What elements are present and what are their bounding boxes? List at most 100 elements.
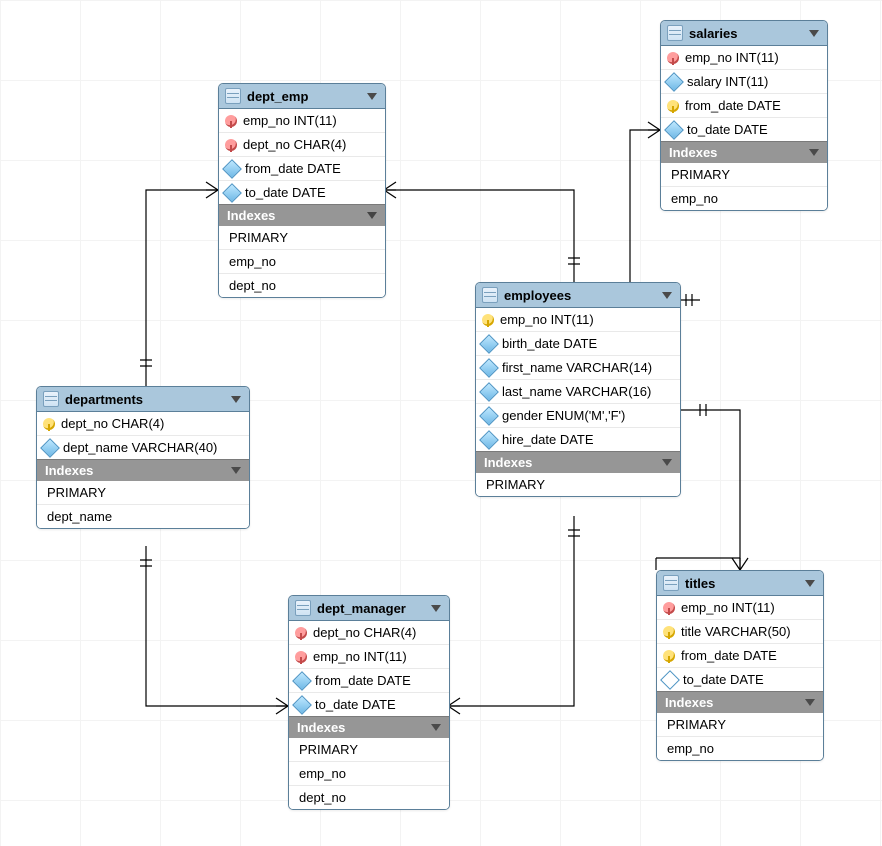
column-icon — [664, 120, 684, 140]
indexes-header[interactable]: Indexes — [476, 451, 680, 473]
column-row: to_date DATE — [661, 118, 827, 141]
chevron-down-icon — [367, 212, 377, 219]
indexes-section: PRIMARY emp_no dept_no — [219, 226, 385, 297]
index-text: emp_no — [667, 741, 714, 756]
chevron-down-icon — [431, 605, 441, 612]
fk-key-icon — [225, 115, 237, 127]
chevron-down-icon — [805, 580, 815, 587]
chevron-down-icon — [662, 292, 672, 299]
columns-section: emp_no INT(11) dept_no CHAR(4) from_date… — [219, 109, 385, 204]
column-row: from_date DATE — [219, 157, 385, 181]
column-text: from_date DATE — [245, 161, 341, 176]
indexes-header[interactable]: Indexes — [661, 141, 827, 163]
index-text: PRIMARY — [486, 477, 545, 492]
table-icon — [663, 575, 679, 591]
index-row: emp_no — [219, 250, 385, 274]
chevron-down-icon — [805, 699, 815, 706]
column-row: dept_no CHAR(4) — [219, 133, 385, 157]
column-row: birth_date DATE — [476, 332, 680, 356]
pk-key-icon — [43, 418, 55, 430]
column-row: to_date DATE — [657, 668, 823, 691]
column-row: to_date DATE — [289, 693, 449, 716]
chevron-down-icon — [809, 30, 819, 37]
indexes-section: PRIMARY emp_no dept_no — [289, 738, 449, 809]
index-row: PRIMARY — [657, 713, 823, 737]
index-text: PRIMARY — [667, 717, 726, 732]
table-header[interactable]: dept_manager — [289, 596, 449, 621]
column-row: emp_no INT(11) — [219, 109, 385, 133]
column-icon — [40, 438, 60, 458]
column-icon — [292, 671, 312, 691]
table-header[interactable]: titles — [657, 571, 823, 596]
columns-section: dept_no CHAR(4) dept_name VARCHAR(40) — [37, 412, 249, 459]
columns-section: emp_no INT(11) title VARCHAR(50) from_da… — [657, 596, 823, 691]
fk-key-icon — [295, 651, 307, 663]
column-row: dept_name VARCHAR(40) — [37, 436, 249, 459]
column-text: dept_no CHAR(4) — [61, 416, 164, 431]
chevron-down-icon — [367, 93, 377, 100]
column-row: dept_no CHAR(4) — [37, 412, 249, 436]
indexes-header[interactable]: Indexes — [289, 716, 449, 738]
index-text: PRIMARY — [229, 230, 288, 245]
column-row: emp_no INT(11) — [657, 596, 823, 620]
table-titles[interactable]: titles emp_no INT(11) title VARCHAR(50) … — [656, 570, 824, 761]
index-row: dept_name — [37, 505, 249, 528]
column-icon — [479, 406, 499, 426]
column-icon — [479, 430, 499, 450]
indexes-header[interactable]: Indexes — [657, 691, 823, 713]
table-title: salaries — [689, 26, 803, 41]
indexes-label: Indexes — [45, 463, 93, 478]
column-icon — [479, 358, 499, 378]
index-row: PRIMARY — [219, 226, 385, 250]
index-text: PRIMARY — [671, 167, 730, 182]
table-title: departments — [65, 392, 225, 407]
indexes-header[interactable]: Indexes — [37, 459, 249, 481]
table-title: dept_manager — [317, 601, 425, 616]
indexes-label: Indexes — [484, 455, 532, 470]
column-row: gender ENUM('M','F') — [476, 404, 680, 428]
column-text: from_date DATE — [685, 98, 781, 113]
column-text: hire_date DATE — [502, 432, 594, 447]
column-icon — [479, 382, 499, 402]
table-dept-emp[interactable]: dept_emp emp_no INT(11) dept_no CHAR(4) … — [218, 83, 386, 298]
chevron-down-icon — [431, 724, 441, 731]
column-row: first_name VARCHAR(14) — [476, 356, 680, 380]
table-header[interactable]: departments — [37, 387, 249, 412]
table-salaries[interactable]: salaries emp_no INT(11) salary INT(11) f… — [660, 20, 828, 211]
fk-key-icon — [667, 52, 679, 64]
column-row: title VARCHAR(50) — [657, 620, 823, 644]
table-title: dept_emp — [247, 89, 361, 104]
column-text: emp_no INT(11) — [313, 649, 407, 664]
index-text: emp_no — [671, 191, 718, 206]
table-employees[interactable]: employees emp_no INT(11) birth_date DATE… — [475, 282, 681, 497]
column-text: first_name VARCHAR(14) — [502, 360, 652, 375]
table-icon — [295, 600, 311, 616]
table-header[interactable]: employees — [476, 283, 680, 308]
column-row: emp_no INT(11) — [661, 46, 827, 70]
column-text: emp_no INT(11) — [243, 113, 337, 128]
indexes-header[interactable]: Indexes — [219, 204, 385, 226]
index-row: PRIMARY — [661, 163, 827, 187]
table-header[interactable]: salaries — [661, 21, 827, 46]
column-icon — [222, 159, 242, 179]
index-text: dept_no — [229, 278, 276, 293]
column-icon — [664, 72, 684, 92]
fk-key-icon — [295, 627, 307, 639]
index-row: emp_no — [661, 187, 827, 210]
columns-section: emp_no INT(11) birth_date DATE first_nam… — [476, 308, 680, 451]
indexes-section: PRIMARY dept_name — [37, 481, 249, 528]
chevron-down-icon — [231, 467, 241, 474]
index-text: emp_no — [229, 254, 276, 269]
column-row: emp_no INT(11) — [476, 308, 680, 332]
column-row: hire_date DATE — [476, 428, 680, 451]
table-dept-manager[interactable]: dept_manager dept_no CHAR(4) emp_no INT(… — [288, 595, 450, 810]
column-row: to_date DATE — [219, 181, 385, 204]
table-title: titles — [685, 576, 799, 591]
table-header[interactable]: dept_emp — [219, 84, 385, 109]
column-text: from_date DATE — [315, 673, 411, 688]
column-text: dept_no CHAR(4) — [243, 137, 346, 152]
column-text: dept_no CHAR(4) — [313, 625, 416, 640]
columns-section: emp_no INT(11) salary INT(11) from_date … — [661, 46, 827, 141]
table-departments[interactable]: departments dept_no CHAR(4) dept_name VA… — [36, 386, 250, 529]
column-text: to_date DATE — [245, 185, 326, 200]
